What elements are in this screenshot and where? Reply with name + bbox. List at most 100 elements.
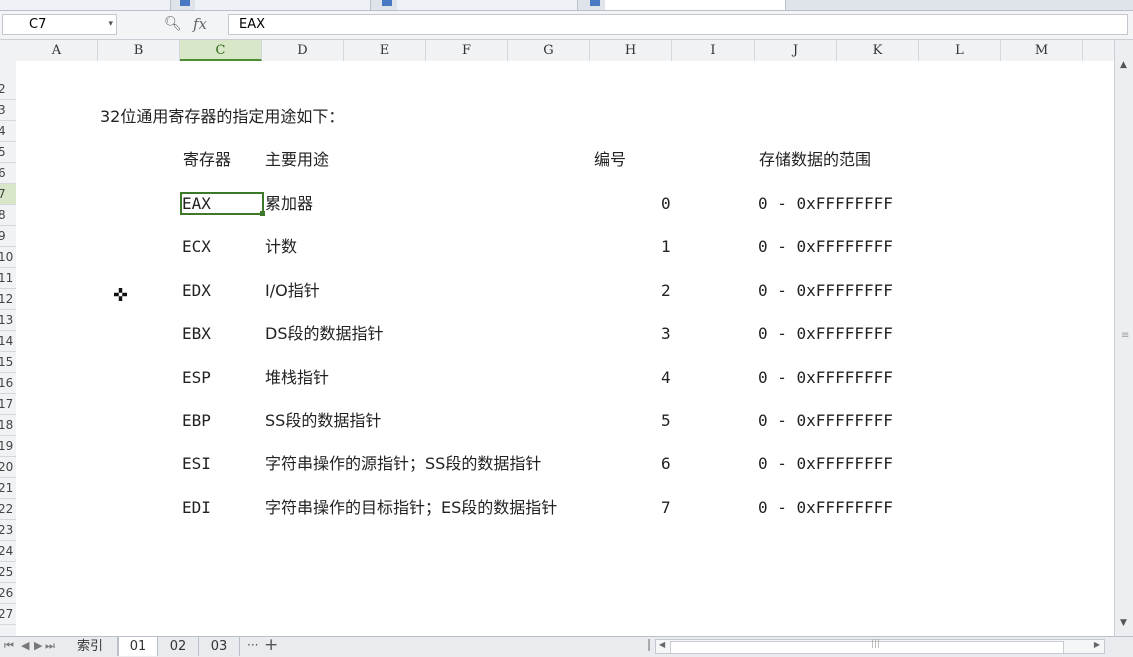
register-range: 0 - 0xFFFFFFFF [758, 368, 893, 387]
next-sheet-icon[interactable]: ▶ [34, 639, 42, 652]
column-header-b[interactable]: B [98, 40, 180, 61]
row-header-16[interactable]: 16 [0, 373, 16, 394]
splitter-icon[interactable]: ❘ [644, 637, 654, 651]
register-number: 7 [661, 498, 671, 517]
row-header-11[interactable]: 11 [0, 268, 16, 289]
register-purpose: SS段的数据指针 [265, 411, 382, 430]
register-range: 0 - 0xFFFFFFFF [758, 324, 893, 343]
fill-handle[interactable] [260, 211, 265, 216]
header-range: 存储数据的范围 [759, 150, 872, 169]
register-name: ESI [182, 454, 211, 473]
row-header-17[interactable]: 17 [0, 394, 16, 415]
row-header-8[interactable]: 8 [0, 205, 16, 226]
row-header-22[interactable]: 22 [0, 499, 16, 520]
header-purpose: 主要用途 [265, 150, 330, 169]
column-header-i[interactable]: I [672, 40, 755, 61]
column-header-g[interactable]: G [508, 40, 590, 61]
row-header-24[interactable]: 24 [0, 541, 16, 562]
row-header-23[interactable]: 23 [0, 520, 16, 541]
register-number: 0 [661, 194, 671, 213]
column-header-l[interactable]: L [919, 40, 1001, 61]
document-icon [382, 0, 392, 6]
row-header-19[interactable]: 19 [0, 436, 16, 457]
row-header-21[interactable]: 21 [0, 478, 16, 499]
prev-sheet-icon[interactable]: ◀ [21, 639, 29, 652]
register-range: 0 - 0xFFFFFFFF [758, 411, 893, 430]
row-header-14[interactable]: 14 [0, 331, 16, 352]
intro-text: 32位通用寄存器的指定用途如下： [100, 107, 345, 126]
scroll-up-icon[interactable]: ▲ [1120, 60, 1127, 70]
document-tab-strip [0, 0, 1133, 11]
first-sheet-icon[interactable]: ⏮ [4, 639, 14, 653]
sheet-tab-index[interactable]: 索引 [63, 637, 118, 656]
register-range: 0 - 0xFFFFFFFF [758, 281, 893, 300]
row-header-15[interactable]: 15 [0, 352, 16, 373]
register-number: 5 [661, 411, 671, 430]
cell-cursor-icon: ✜ [113, 285, 129, 306]
scroll-right-icon[interactable]: ▶ [1094, 640, 1100, 649]
column-header-a[interactable]: A [16, 40, 98, 61]
row-header-4[interactable]: 4 [0, 121, 16, 142]
row-headers: 2345678910111213141516171819202122232425… [0, 61, 17, 636]
document-tab[interactable] [397, 0, 578, 10]
scroll-grip-icon[interactable]: ≡ [1121, 330, 1129, 341]
fx-icon[interactable]: fx [193, 15, 207, 33]
row-header-7[interactable]: 7 [0, 184, 16, 205]
row-header-20[interactable]: 20 [0, 457, 16, 478]
column-header-f[interactable]: F [426, 40, 508, 61]
row-header-18[interactable]: 18 [0, 415, 16, 436]
column-header-d[interactable]: D [262, 40, 344, 61]
row-header-27[interactable]: 27 [0, 604, 16, 625]
formula-bar: C7 ▾ 🔍︎ fx EAX [0, 11, 1133, 40]
chevron-down-icon[interactable]: ▾ [108, 15, 113, 34]
last-sheet-icon[interactable]: ⏭ [45, 639, 55, 653]
column-headers: ABCDEFGHIJKLM [0, 40, 1133, 62]
row-header-12[interactable]: 12 [0, 289, 16, 310]
row-header-13[interactable]: 13 [0, 310, 16, 331]
sheet-tab-bar: ⏮ ◀ ▶ ⏭ 索引 01 02 03 ··· + ❘ ◀ ||| ▶ [0, 635, 1133, 657]
scroll-left-icon[interactable]: ◀ [659, 640, 665, 649]
row-header-3[interactable]: 3 [0, 100, 16, 121]
document-tab[interactable] [0, 0, 171, 10]
column-header-h[interactable]: H [590, 40, 672, 61]
worksheet-grid[interactable]: 32位通用寄存器的指定用途如下： 寄存器 主要用途 编号 存储数据的范围 EAX… [16, 61, 1114, 636]
column-header-k[interactable]: K [837, 40, 919, 61]
register-purpose: 字符串操作的目标指针；ES段的数据指针 [265, 498, 558, 517]
register-name: ESP [182, 368, 211, 387]
more-sheets-button[interactable]: ··· [247, 638, 258, 652]
register-purpose: DS段的数据指针 [265, 324, 384, 343]
vertical-scrollbar[interactable]: ▲ ≡ ▼ [1114, 40, 1133, 636]
formula-input[interactable]: EAX [228, 14, 1128, 35]
sheet-tab-01[interactable]: 01 [118, 637, 158, 656]
row-header-9[interactable]: 9 [0, 226, 16, 247]
sheet-tab-03[interactable]: 03 [199, 637, 240, 656]
register-purpose: 堆栈指针 [265, 368, 330, 387]
document-tab[interactable] [195, 0, 371, 10]
column-header-c[interactable]: C [180, 40, 262, 61]
register-number: 2 [661, 281, 671, 300]
register-range: 0 - 0xFFFFFFFF [758, 498, 893, 517]
column-header-e[interactable]: E [344, 40, 426, 61]
document-tab-active[interactable] [605, 0, 786, 10]
row-header-25[interactable]: 25 [0, 562, 16, 583]
row-header-6[interactable]: 6 [0, 163, 16, 184]
horizontal-scroll-thumb[interactable]: ||| [670, 639, 1064, 654]
column-header-m[interactable]: M [1001, 40, 1083, 61]
header-register: 寄存器 [183, 150, 232, 169]
register-number: 3 [661, 324, 671, 343]
scroll-down-icon[interactable]: ▼ [1120, 618, 1127, 628]
add-sheet-button[interactable]: + [264, 635, 278, 655]
magnifier-icon[interactable]: 🔍︎ [164, 16, 182, 32]
register-purpose: I/O指针 [265, 281, 320, 300]
row-header-5[interactable]: 5 [0, 142, 16, 163]
name-box[interactable]: C7 ▾ [2, 14, 117, 35]
sheet-tab-02[interactable]: 02 [158, 637, 199, 656]
row-header-2[interactable]: 2 [0, 79, 16, 100]
horizontal-scrollbar[interactable]: ◀ ||| ▶ [655, 639, 1105, 654]
name-box-value: C7 [29, 17, 47, 32]
register-range: 0 - 0xFFFFFFFF [758, 454, 893, 473]
row-header-10[interactable]: 10 [0, 247, 16, 268]
row-header-26[interactable]: 26 [0, 583, 16, 604]
column-header-j[interactable]: J [755, 40, 837, 61]
register-name: EDI [182, 498, 211, 517]
